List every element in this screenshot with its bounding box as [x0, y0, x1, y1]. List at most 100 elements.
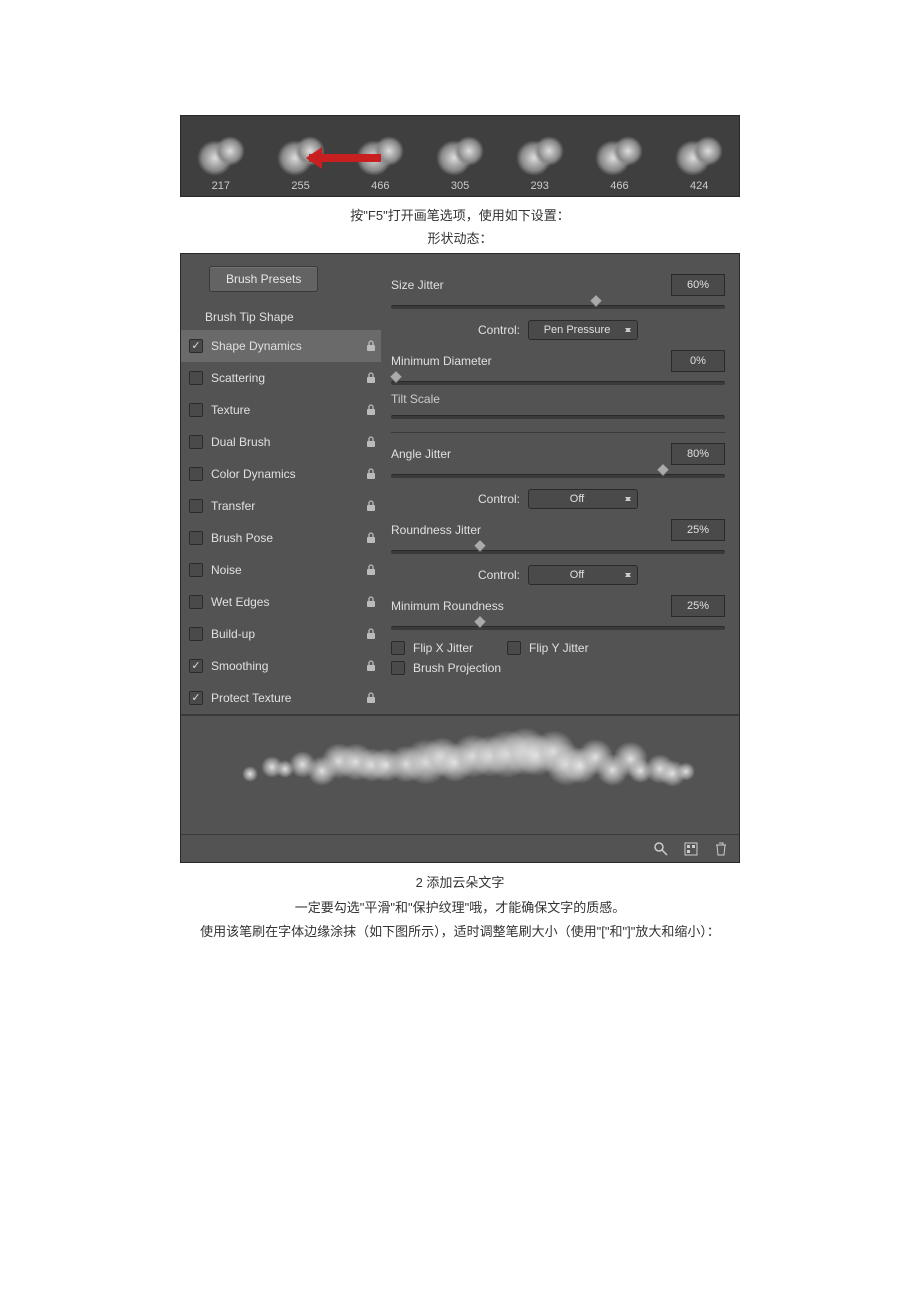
min-roundness-slider[interactable] — [391, 621, 725, 635]
brush-size-label: 424 — [690, 180, 708, 192]
panel-footer — [181, 834, 739, 862]
lock-icon[interactable] — [361, 596, 381, 608]
angle-jitter-control-dropdown[interactable]: Off — [528, 489, 638, 509]
lock-icon[interactable] — [361, 692, 381, 704]
option-smoothing[interactable]: Smoothing — [181, 650, 381, 682]
size-jitter-value[interactable]: 60% — [671, 274, 725, 296]
min-roundness-value[interactable]: 25% — [671, 595, 725, 617]
angle-jitter-label: Angle Jitter — [391, 447, 671, 461]
option-color-dynamics[interactable]: Color Dynamics — [181, 458, 381, 490]
min-diameter-label: Minimum Diameter — [391, 354, 671, 368]
brush-size-label: 255 — [291, 180, 309, 192]
brush-thumbnail[interactable]: 305 — [420, 116, 500, 196]
lock-icon[interactable] — [361, 532, 381, 544]
flip-y-checkbox[interactable] — [507, 641, 521, 655]
option-scattering[interactable]: Scattering — [181, 362, 381, 394]
flip-x-checkbox[interactable] — [391, 641, 405, 655]
control-label: Control: — [478, 568, 520, 582]
option-wet-edges[interactable]: Wet Edges — [181, 586, 381, 618]
step-heading: 2 添加云朵文字 — [0, 871, 920, 896]
option-label: Shape Dynamics — [211, 339, 361, 353]
min-diameter-value[interactable]: 0% — [671, 350, 725, 372]
checkbox[interactable] — [189, 691, 203, 705]
lock-icon[interactable] — [361, 628, 381, 640]
checkbox[interactable] — [189, 563, 203, 577]
option-label: Wet Edges — [211, 595, 361, 609]
roundness-jitter-slider[interactable] — [391, 545, 725, 559]
option-build-up[interactable]: Build-up — [181, 618, 381, 650]
option-label: Noise — [211, 563, 361, 577]
brush-size-label: 466 — [610, 180, 628, 192]
brush-size-label: 305 — [451, 180, 469, 192]
lock-icon[interactable] — [361, 660, 381, 672]
caption-line1: 按"F5"打开画笔选项，使用如下设置： — [0, 205, 920, 224]
trash-icon[interactable] — [713, 841, 729, 857]
angle-jitter-value[interactable]: 80% — [671, 443, 725, 465]
checkbox[interactable] — [189, 403, 203, 417]
lock-icon[interactable] — [361, 340, 381, 352]
brush-thumbnail[interactable]: 217 — [181, 116, 261, 196]
brush-size-label: 217 — [212, 180, 230, 192]
option-label: Protect Texture — [211, 691, 361, 705]
min-roundness-label: Minimum Roundness — [391, 599, 671, 613]
checkbox[interactable] — [189, 531, 203, 545]
control-label: Control: — [478, 323, 520, 337]
roundness-jitter-control-dropdown[interactable]: Off — [528, 565, 638, 585]
option-label: Scattering — [211, 371, 361, 385]
checkbox[interactable] — [189, 627, 203, 641]
brush-panel: Brush Presets Brush Tip Shape Shape Dyna… — [180, 253, 740, 863]
angle-jitter-slider[interactable] — [391, 469, 725, 483]
option-dual-brush[interactable]: Dual Brush — [181, 426, 381, 458]
size-jitter-slider[interactable] — [391, 300, 725, 314]
roundness-jitter-label: Roundness Jitter — [391, 523, 671, 537]
option-label: Color Dynamics — [211, 467, 361, 481]
brush-tip-shape[interactable]: Brush Tip Shape — [181, 304, 381, 330]
caption-line2: 形状动态： — [0, 228, 920, 247]
option-protect-texture[interactable]: Protect Texture — [181, 682, 381, 714]
tilt-scale-slider[interactable] — [391, 410, 725, 424]
min-diameter-slider[interactable] — [391, 376, 725, 390]
option-transfer[interactable]: Transfer — [181, 490, 381, 522]
arrow-annotation — [309, 154, 381, 162]
shape-dynamics-settings: Size Jitter 60% Control: Pen Pressure Mi… — [381, 254, 739, 714]
brush-thumbnail[interactable]: 424 — [659, 116, 739, 196]
flip-x-label: Flip X Jitter — [413, 641, 473, 655]
checkbox[interactable] — [189, 595, 203, 609]
toggle-icon[interactable] — [653, 841, 669, 857]
option-label: Texture — [211, 403, 361, 417]
brush-options-list: Brush Presets Brush Tip Shape Shape Dyna… — [181, 254, 381, 714]
size-jitter-label: Size Jitter — [391, 278, 671, 292]
checkbox[interactable] — [189, 499, 203, 513]
brush-thumbnail-strip: 217255466305293466424 — [180, 115, 740, 197]
option-texture[interactable]: Texture — [181, 394, 381, 426]
checkbox[interactable] — [189, 659, 203, 673]
flip-y-label: Flip Y Jitter — [529, 641, 589, 655]
lock-icon[interactable] — [361, 404, 381, 416]
step-note-1: 一定要勾选"平滑"和"保护纹理"哦，才能确保文字的质感。 — [0, 896, 920, 921]
brush-projection-checkbox[interactable] — [391, 661, 405, 675]
option-label: Transfer — [211, 499, 361, 513]
new-preset-icon[interactable] — [683, 841, 699, 857]
lock-icon[interactable] — [361, 468, 381, 480]
brush-thumbnail[interactable]: 293 — [500, 116, 580, 196]
brush-thumbnail[interactable]: 466 — [580, 116, 660, 196]
brush-presets-button[interactable]: Brush Presets — [209, 266, 318, 292]
lock-icon[interactable] — [361, 564, 381, 576]
option-noise[interactable]: Noise — [181, 554, 381, 586]
size-jitter-control-dropdown[interactable]: Pen Pressure — [528, 320, 638, 340]
checkbox[interactable] — [189, 467, 203, 481]
option-shape-dynamics[interactable]: Shape Dynamics — [181, 330, 381, 362]
option-label: Dual Brush — [211, 435, 361, 449]
checkbox[interactable] — [189, 371, 203, 385]
option-label: Smoothing — [211, 659, 361, 673]
brush-preview — [181, 714, 739, 834]
checkbox[interactable] — [189, 435, 203, 449]
option-brush-pose[interactable]: Brush Pose — [181, 522, 381, 554]
checkbox[interactable] — [189, 339, 203, 353]
lock-icon[interactable] — [361, 500, 381, 512]
brush-size-label: 293 — [531, 180, 549, 192]
roundness-jitter-value[interactable]: 25% — [671, 519, 725, 541]
lock-icon[interactable] — [361, 436, 381, 448]
option-label: Build-up — [211, 627, 361, 641]
lock-icon[interactable] — [361, 372, 381, 384]
